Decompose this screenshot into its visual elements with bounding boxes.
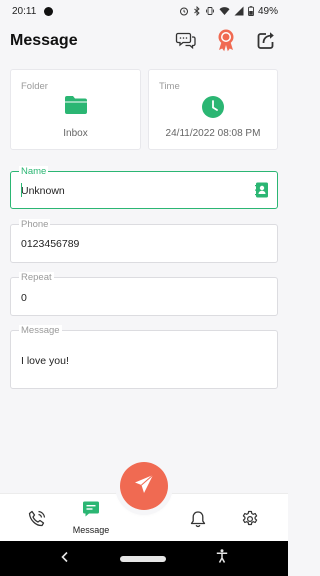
time-label: Time (159, 81, 180, 92)
vibrate-icon (205, 6, 215, 16)
message-icon (82, 500, 100, 523)
bluetooth-icon (193, 6, 201, 16)
status-bar: 20:11 49% (0, 0, 288, 22)
battery-percent: 49% (257, 5, 278, 17)
name-field[interactable]: Name Unknown (10, 166, 278, 209)
battery-icon (248, 6, 254, 16)
nav-item-notifications[interactable] (189, 510, 207, 533)
nav-item-message[interactable]: Message (72, 500, 110, 535)
chat-icon[interactable] (174, 28, 198, 52)
message-field-value[interactable]: I love you! (21, 355, 69, 367)
system-nav-bar (0, 541, 288, 576)
phone-call-icon (28, 510, 46, 533)
folder-value: Inbox (63, 128, 88, 139)
folder-card[interactable]: Folder Inbox (10, 69, 141, 150)
send-button[interactable] (120, 462, 168, 510)
clock-icon (201, 95, 225, 124)
award-icon[interactable] (214, 28, 238, 52)
phone-field-label: Phone (19, 219, 51, 230)
page-title: Message (10, 32, 78, 49)
name-field-label: Name (19, 166, 49, 177)
gear-icon (241, 510, 259, 533)
repeat-field-label: Repeat (19, 272, 54, 283)
camera-dot (44, 6, 54, 16)
app-bar: Message (0, 26, 288, 56)
home-pill[interactable] (120, 555, 166, 562)
alarm-icon (179, 6, 189, 16)
name-field-value[interactable]: Unknown (21, 185, 65, 197)
status-time: 20:11 (12, 5, 37, 17)
phone-field[interactable]: Phone 0123456789 (10, 219, 278, 263)
repeat-field-value[interactable]: 0 (21, 292, 27, 304)
time-value: 24/11/2022 08:08 PM (165, 128, 261, 139)
accessibility-icon[interactable] (216, 549, 228, 568)
nav-item-settings[interactable] (241, 510, 259, 533)
send-icon (133, 473, 155, 500)
repeat-field[interactable]: Repeat 0 (10, 272, 278, 316)
share-icon[interactable] (254, 28, 278, 52)
nav-item-calls[interactable] (28, 510, 46, 533)
text-cursor (21, 183, 22, 197)
back-icon[interactable] (60, 550, 70, 568)
time-card[interactable]: Time 24/11/2022 08:08 PM (148, 69, 278, 150)
message-field[interactable]: Message I love you! (10, 325, 278, 389)
contact-book-icon[interactable] (255, 182, 269, 203)
signal-icon (234, 6, 244, 16)
message-field-label: Message (19, 325, 62, 336)
wifi-icon (219, 6, 230, 16)
folder-label: Folder (21, 81, 48, 92)
folder-icon (64, 95, 88, 120)
nav-label-message: Message (72, 525, 110, 535)
phone-field-value[interactable]: 0123456789 (21, 238, 79, 250)
bell-icon (189, 510, 207, 533)
